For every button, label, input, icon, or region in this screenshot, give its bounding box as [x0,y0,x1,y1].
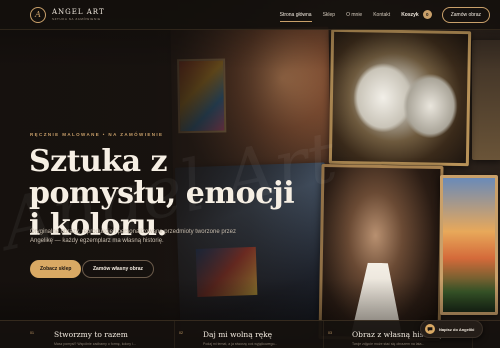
logo-subtitle: sztuka na zamówienie [52,16,101,21]
nav-item-shop[interactable]: Sklep [323,8,336,22]
nav-item-home[interactable]: Strona główna [279,8,312,22]
logo-title: ANGEL ART [52,7,105,16]
view-shop-button[interactable]: Zobacz sklep [30,260,82,278]
feature-number: 02 [179,331,183,335]
feature-title: Stworzmy to razem [54,330,128,339]
main-nav: Strona główna Sklep O mnie Kontakt Koszy… [269,6,490,23]
order-painting-button[interactable]: Zamów obraz [441,6,490,23]
cart-link[interactable]: Koszyk 0 [401,10,432,19]
feature-card[interactable]: 02 Daj mi wolną rękę Podaj mi temat, a j… [179,321,324,348]
logo[interactable]: ANGEL ART sztuka na zamówienie [52,7,105,21]
feature-text: Twoje zdjęcie może stać się obrazem na l… [352,342,425,346]
hero-eyebrow: Ręcznie malowane • na zamówienie [30,132,164,137]
feature-number: 03 [328,331,332,335]
feature-card[interactable]: 01 Stworzmy to razem Masz pomysł? Wspóln… [30,321,175,348]
feature-text: Masz pomysł? Wspólnie zadbamy o formę, k… [54,342,136,346]
cart-label: Koszyk [401,11,419,18]
feature-title: Daj mi wolną rękę [203,330,273,339]
chat-widget-button[interactable]: Napisz do Angeliki [420,320,484,338]
nav-item-contact[interactable]: Kontakt [373,8,390,22]
feature-text: Podaj mi temat, a ja stworzę coś wyjątko… [203,342,278,346]
logo-icon[interactable]: A [30,6,46,23]
site-header: A ANGEL ART sztuka na zamówienie Strona … [0,0,500,30]
cart-count-badge: 0 [422,10,432,19]
chat-label: Napisz do Angeliki [439,326,475,332]
chat-bubble-icon [425,324,435,334]
order-custom-painting-button[interactable]: Zamów własny obraz [82,260,155,278]
nav-item-about[interactable]: O mnie [346,8,362,22]
feature-number: 01 [30,331,34,335]
hero-description: Oryginalne obrazy, reprodukcje i persona… [30,229,236,244]
